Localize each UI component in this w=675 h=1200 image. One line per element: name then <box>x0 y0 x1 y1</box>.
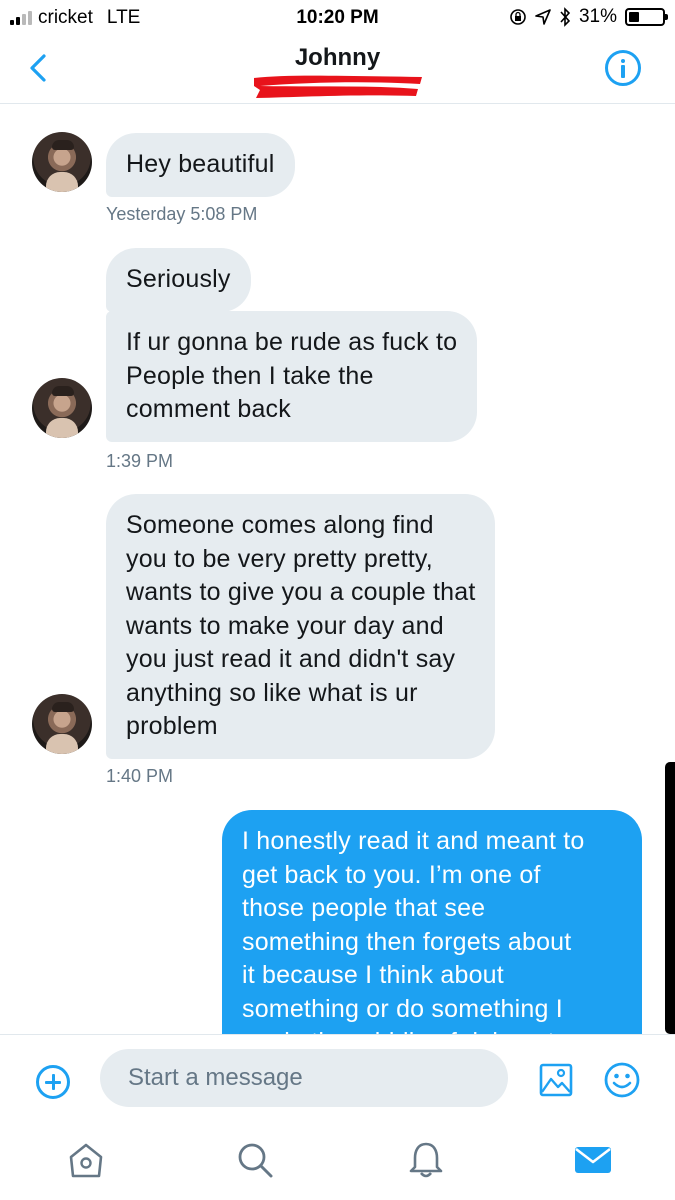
rotation-lock-icon <box>510 9 526 25</box>
message-thread[interactable]: Hey beautiful Yesterday 5:08 PM Seriousl… <box>0 104 675 1034</box>
status-icons: 31% <box>509 6 668 28</box>
redaction-scribble <box>254 75 422 98</box>
info-button[interactable] <box>605 50 641 86</box>
bell-icon[interactable] <box>406 1140 446 1180</box>
status-bar: cricket LTE 10:20 PM 31% <box>0 0 675 36</box>
message-input[interactable] <box>100 1049 508 1107</box>
conversation-title[interactable]: Johnny <box>0 44 675 72</box>
battery-fill <box>629 12 639 22</box>
incoming-message[interactable]: Seriously <box>106 248 251 312</box>
scroll-indicator <box>665 762 675 1034</box>
message-timestamp: 1:39 PM <box>106 451 174 471</box>
incoming-message[interactable]: Hey beautiful <box>106 133 295 197</box>
home-icon[interactable] <box>66 1140 106 1180</box>
bottom-tab-bar <box>0 1124 675 1200</box>
contact-avatar[interactable] <box>32 694 92 754</box>
message-timestamp: Yesterday 5:08 PM <box>106 204 258 224</box>
battery-percent: 31% <box>578 6 617 27</box>
battery-icon <box>625 8 668 26</box>
incoming-message[interactable]: If ur gonna be rude as fuck to People th… <box>106 311 478 442</box>
bluetooth-icon <box>560 7 571 27</box>
incoming-message[interactable]: Someone comes along find you to be very … <box>106 494 496 759</box>
image-icon[interactable] <box>538 1062 574 1098</box>
smiley-icon[interactable] <box>603 1061 641 1099</box>
mail-icon[interactable] <box>573 1140 613 1180</box>
search-icon[interactable] <box>235 1140 275 1180</box>
message-timestamp: 1:40 PM <box>106 766 174 786</box>
message-composer <box>0 1034 675 1124</box>
location-arrow-icon <box>535 9 551 25</box>
conversation-header: Johnny <box>0 36 675 104</box>
add-media-button[interactable] <box>36 1065 70 1099</box>
outgoing-message[interactable]: I honestly read it and meant to get back… <box>222 810 642 1034</box>
contact-avatar[interactable] <box>32 132 92 192</box>
contact-avatar[interactable] <box>32 378 92 438</box>
